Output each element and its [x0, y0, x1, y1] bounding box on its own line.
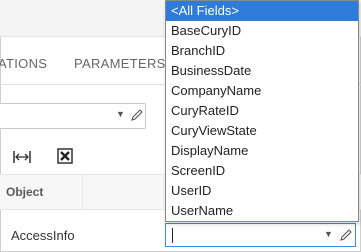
column-divider[interactable] — [82, 175, 83, 209]
column-header-object[interactable]: Object — [6, 185, 43, 199]
dropdown-option[interactable]: CuryRateID — [166, 101, 358, 121]
dropdown-option[interactable]: BranchID — [166, 41, 358, 61]
chevron-down-icon[interactable]: ▼ — [324, 229, 333, 239]
field-dropdown-list: <All Fields> BaseCuryID BranchID Busines… — [165, 0, 359, 222]
dropdown-option[interactable]: BusinessDate — [166, 61, 358, 81]
excel-export-icon[interactable] — [56, 147, 74, 165]
field-input[interactable] — [170, 226, 320, 244]
dropdown-option[interactable]: UserID — [166, 181, 358, 201]
fit-columns-icon[interactable] — [12, 149, 32, 165]
cell-object[interactable]: AccessInfo — [11, 228, 75, 243]
chevron-down-icon[interactable]: ▼ — [116, 109, 125, 119]
dropdown-option[interactable]: BaseCuryID — [166, 21, 358, 41]
pencil-icon[interactable] — [338, 227, 352, 243]
grid-toolbar — [0, 144, 170, 168]
tab-relations[interactable]: ATIONS — [0, 56, 47, 71]
object-combo[interactable]: ▼ — [0, 103, 146, 129]
dropdown-option[interactable]: ScreenID — [166, 161, 358, 181]
dropdown-option[interactable]: UserName — [166, 201, 358, 221]
field-selector[interactable]: ▼ — [165, 223, 356, 247]
tab-parameters[interactable]: PARAMETERS — [74, 56, 166, 71]
dropdown-option-all-fields[interactable]: <All Fields> — [166, 1, 358, 21]
text-cursor — [172, 228, 173, 243]
dropdown-option[interactable]: CuryViewState — [166, 121, 358, 141]
dropdown-option[interactable]: DisplayName — [166, 141, 358, 161]
pencil-icon[interactable] — [129, 107, 143, 123]
dropdown-option[interactable]: CompanyName — [166, 81, 358, 101]
